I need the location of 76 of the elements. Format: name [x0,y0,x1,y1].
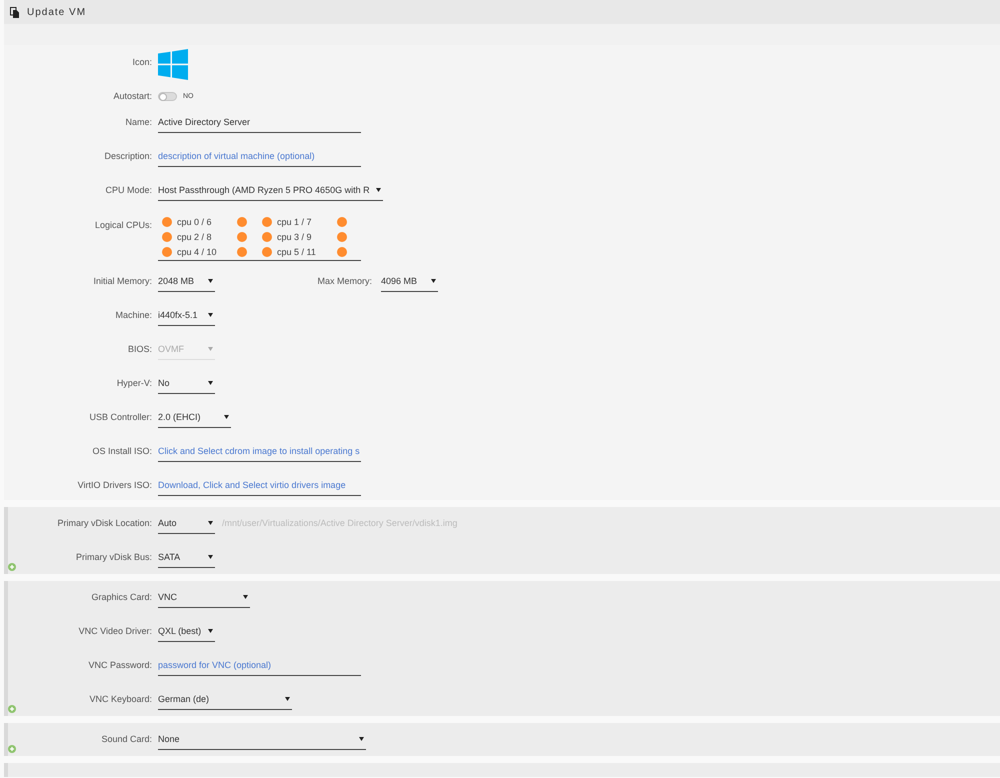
checkbox[interactable] [237,246,247,256]
text-field[interactable]: Click and Select cdrom image to install operating s [158,445,361,462]
checkbox[interactable] [162,232,172,242]
dropdown[interactable]: 2.0 (EHCI) [158,411,231,428]
cpu-label: cpu 3 / 9 [277,230,313,242]
dropdown[interactable]: Host Passthrough (AMD Ryzen 5 PRO 4650G with R [158,184,383,201]
caret-down-icon [224,415,229,419]
checkbox[interactable] [237,216,247,226]
dropdown[interactable]: i440fx-5.1 [158,309,215,326]
field-label: VNC Keyboard: [89,694,152,704]
cpu-label: cpu 2 / 8 [177,230,213,242]
text-field[interactable]: description of virtual machine (optional) [158,150,361,167]
caret-down-icon [208,313,213,317]
caret-down-icon [208,279,213,283]
dropdown[interactable]: 4096 MB [381,275,438,292]
four-pane-logo-icon [158,49,188,80]
dropdown[interactable]: None [158,733,366,750]
field-label: VirtIO Drivers ISO: [78,480,152,490]
cpu-label: cpu 5 / 11 [277,246,317,258]
dropdown[interactable]: No [158,377,215,394]
copy-icon [10,6,19,18]
checkbox[interactable] [262,232,272,242]
field-label: VNC Password: [88,660,152,670]
caret-down-icon [208,347,213,351]
field-label: USB Controller: [89,412,152,422]
field-label: Max Memory: [317,276,372,286]
checkbox[interactable] [337,232,347,242]
cpu-label: cpu 4 / 10 [177,246,218,258]
caret-down-icon [359,737,364,741]
field-label: Autostart: [113,91,152,101]
field-label: Logical CPUs: [94,220,152,230]
caret-down-icon [376,188,381,192]
cpu-label: cpu 1 / 7 [277,216,313,228]
text-field[interactable]: password for VNC (optional) [158,659,361,676]
checkbox[interactable] [337,246,347,256]
field-label: Name: [125,117,152,127]
caret-down-icon [431,279,436,283]
field-label: CPU Mode: [105,185,152,195]
field-label: Sound Card: [101,734,152,744]
checkbox[interactable] [237,232,247,242]
text-field[interactable]: Active Directory Server [158,116,361,133]
field-label: Primary vDisk Bus: [76,552,152,562]
dropdown[interactable]: Auto [158,517,215,534]
dropdown[interactable]: 2048 MB [158,275,215,292]
field-label: Graphics Card: [91,592,152,602]
field-label: Description: [104,151,152,161]
checkbox[interactable] [337,216,347,226]
caret-down-icon [208,521,213,525]
checkbox[interactable] [162,216,172,226]
field-label: Hyper-V: [116,378,152,388]
field-label: VNC Video Driver: [78,626,152,636]
dropdown[interactable]: QXL (best) [158,625,215,642]
caret-down-icon [285,697,290,701]
add-icon[interactable] [8,745,16,753]
field-label: OS Install ISO: [92,446,152,456]
caret-down-icon [243,595,248,599]
dropdown[interactable]: German (de) [158,693,292,710]
caret-down-icon [208,381,213,385]
window-title: Update VM [27,6,86,20]
field-label: Primary vDisk Location: [57,518,152,528]
dropdown[interactable]: VNC [158,591,250,608]
cpu-label: cpu 0 / 6 [177,216,213,228]
text-field[interactable]: Download, Click and Select virtio drivers image [158,479,361,496]
field-label: Initial Memory: [93,276,152,286]
checkbox[interactable] [162,246,172,256]
dropdown[interactable]: SATA [158,551,215,568]
toggle-switch[interactable] [158,92,177,101]
caret-down-icon [208,629,213,633]
add-icon[interactable] [8,563,16,571]
checkbox[interactable] [262,246,272,256]
field-label: BIOS: [128,344,152,354]
caret-down-icon [208,555,213,559]
add-icon[interactable] [8,705,16,713]
checkbox[interactable] [262,216,272,226]
field-label: Icon: [132,57,152,67]
field-label: Machine: [115,310,152,320]
